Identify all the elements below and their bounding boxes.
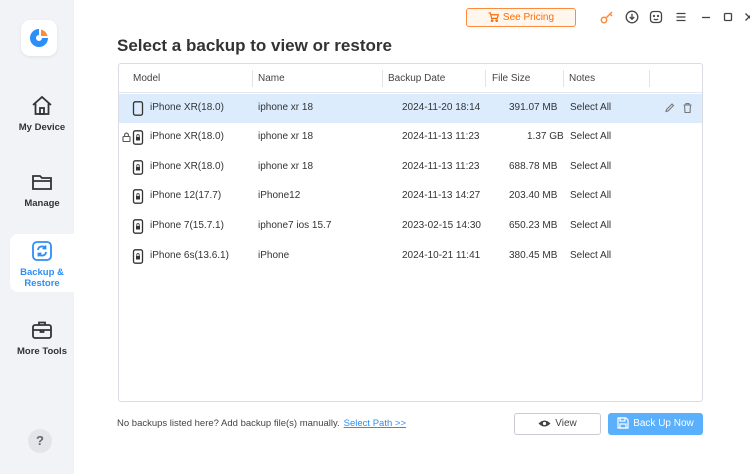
column-divider[interactable] <box>649 70 650 87</box>
footer-hint: No backups listed here? Add backup file(… <box>117 418 406 429</box>
table-header: Model Name Backup Date File Size Notes <box>119 64 702 93</box>
main-panel: See Pricing Select a backup to view or r… <box>74 0 750 474</box>
iphone-backup-icon <box>132 189 144 204</box>
cell-file-size: 380.45 MB <box>509 250 558 261</box>
iphone-backup-icon <box>132 160 144 175</box>
sidebar-item-backup-restore[interactable]: Backup & Restore <box>10 234 74 292</box>
cell-backup-date: 2024-11-13 14:27 <box>402 190 481 201</box>
see-pricing-button[interactable]: See Pricing <box>466 8 576 27</box>
table-row[interactable]: iPhone XR(18.0) iphone xr 18 2024-11-20 … <box>119 94 702 123</box>
page-title: Select a backup to view or restore <box>117 36 392 55</box>
cell-backup-date: 2024-11-13 11:23 <box>402 161 480 172</box>
column-header-file-size[interactable]: File Size <box>492 73 530 84</box>
toolbox-icon <box>32 321 52 339</box>
back-up-now-label: Back Up Now <box>633 418 694 429</box>
column-header-name[interactable]: Name <box>258 73 285 84</box>
sidebar-item-manage[interactable]: Manage <box>10 170 74 226</box>
back-up-now-button[interactable]: Back Up Now <box>608 413 703 435</box>
cell-file-size: 650.23 MB <box>509 220 558 231</box>
folder-icon <box>32 175 52 190</box>
select-all-link[interactable]: Select All <box>570 190 611 201</box>
sidebar-item-label: More Tools <box>17 346 67 357</box>
footer-hint-text: No backups listed here? Add backup file(… <box>117 418 340 429</box>
table-row[interactable]: iPhone 7(15.7.1) iphone7 ios 15.7 2023-0… <box>119 212 702 241</box>
cell-model: iPhone 7(15.7.1) <box>150 220 224 231</box>
view-button-label: View <box>555 418 577 429</box>
menu-icon[interactable] <box>674 10 690 26</box>
cell-model: iPhone XR(18.0) <box>150 102 224 113</box>
cell-file-size: 391.07 MB <box>509 102 558 113</box>
sidebar: My Device Manage Backup & Restore More T… <box>0 0 74 474</box>
cell-backup-date: 2024-10-21 11:41 <box>402 250 481 261</box>
cell-backup-date: 2024-11-13 11:23 <box>402 131 480 142</box>
select-all-link[interactable]: Select All <box>570 250 611 261</box>
view-button[interactable]: View <box>514 413 601 435</box>
delete-icon[interactable] <box>682 102 693 114</box>
column-header-backup-date[interactable]: Backup Date <box>388 73 445 84</box>
cell-backup-date: 2024-11-20 18:14 <box>402 102 481 113</box>
cell-name: iphone xr 18 <box>258 102 314 113</box>
feedback-icon[interactable] <box>649 10 665 26</box>
backup-table: Model Name Backup Date File Size Notes i… <box>118 63 703 402</box>
see-pricing-label: See Pricing <box>502 12 555 23</box>
cell-file-size: 203.40 MB <box>509 190 558 201</box>
key-icon[interactable] <box>600 10 616 26</box>
backup-restore-icon <box>32 241 52 261</box>
edit-icon[interactable] <box>664 102 675 114</box>
cell-model: iPhone XR(18.0) <box>150 131 224 142</box>
select-all-link[interactable]: Select All <box>570 161 611 172</box>
select-all-link[interactable]: Select All <box>570 220 611 231</box>
sidebar-item-more-tools[interactable]: More Tools <box>10 318 74 374</box>
select-all-link[interactable]: Select All <box>570 131 611 142</box>
table-row[interactable]: iPhone XR(18.0) iphone xr 18 2024-11-13 … <box>119 153 702 182</box>
iphone-encrypted-icon <box>132 130 144 145</box>
column-header-model[interactable]: Model <box>133 73 160 84</box>
download-icon[interactable] <box>625 10 641 26</box>
table-row[interactable]: iPhone 12(17.7) iPhone12 2024-11-13 14:2… <box>119 182 702 211</box>
maximize-icon[interactable] <box>721 10 737 26</box>
minimize-icon[interactable] <box>699 10 715 26</box>
cell-file-size: 688.78 MB <box>509 161 558 172</box>
cell-model: iPhone 6s(13.6.1) <box>150 250 229 261</box>
home-icon <box>32 95 52 115</box>
cell-file-size: 1.37 GB <box>527 131 564 142</box>
close-icon[interactable] <box>742 10 750 26</box>
table-row[interactable]: iPhone XR(18.0) iphone xr 18 2024-11-13 … <box>119 123 702 152</box>
cell-name: iphone xr 18 <box>258 161 314 172</box>
cell-backup-date: 2023-02-15 14:30 <box>402 220 481 231</box>
help-button[interactable]: ? <box>28 429 52 453</box>
iphone-backup-icon <box>132 219 144 234</box>
table-row[interactable]: iPhone 6s(13.6.1) iPhone 2024-10-21 11:4… <box>119 242 702 271</box>
save-icon <box>617 417 629 429</box>
column-divider[interactable] <box>382 70 383 87</box>
select-path-link[interactable]: Select Path >> <box>344 418 406 429</box>
column-divider[interactable] <box>563 70 564 87</box>
title-bar: See Pricing <box>460 8 750 28</box>
cell-model: iPhone XR(18.0) <box>150 161 224 172</box>
cell-name: iPhone <box>258 250 290 261</box>
app-logo <box>21 20 57 56</box>
lock-icon <box>122 132 131 142</box>
cell-name: iphone7 ios 15.7 <box>258 220 332 231</box>
cell-name: iPhone12 <box>258 190 301 201</box>
column-header-notes[interactable]: Notes <box>569 73 595 84</box>
column-divider[interactable] <box>252 70 253 87</box>
column-divider[interactable] <box>485 70 486 87</box>
cell-model: iPhone 12(17.7) <box>150 190 222 201</box>
eye-icon <box>538 420 551 427</box>
select-all-link[interactable]: Select All <box>570 102 611 113</box>
cart-icon <box>488 12 500 23</box>
sidebar-item-label: Manage <box>24 198 60 209</box>
sidebar-item-label: Backup & Restore <box>20 267 64 289</box>
iphone-icon <box>132 101 144 116</box>
cell-name: iphone xr 18 <box>258 131 314 142</box>
iphone-backup-icon <box>132 249 144 264</box>
sidebar-item-my-device[interactable]: My Device <box>10 94 74 150</box>
sidebar-item-label: My Device <box>18 122 66 133</box>
